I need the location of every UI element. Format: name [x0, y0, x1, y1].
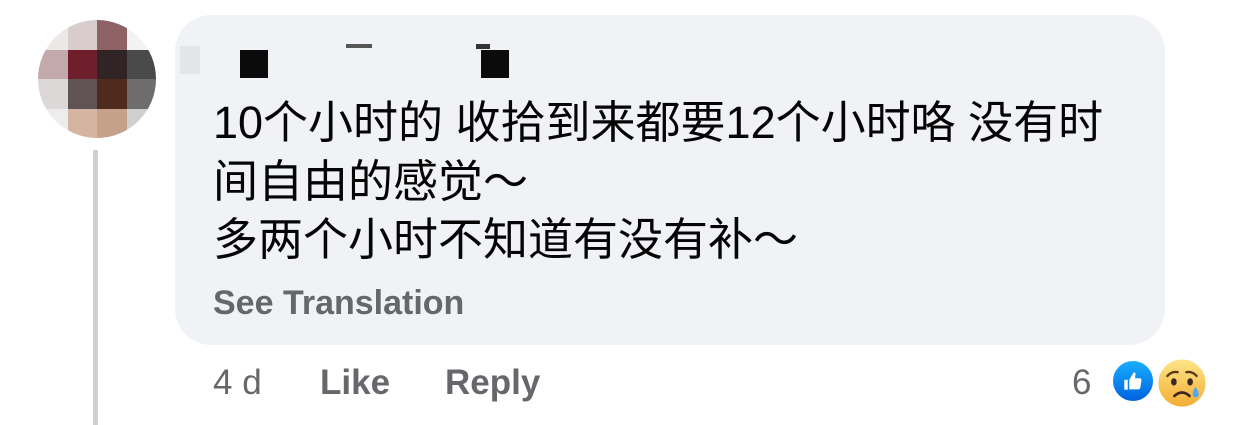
like-icon [1110, 358, 1156, 404]
avatar-pixel [38, 79, 68, 109]
avatar-pixel [126, 20, 156, 50]
like-button[interactable]: Like [320, 363, 390, 403]
avatar-pixel [126, 49, 156, 79]
avatar-pixel [38, 49, 68, 79]
avatar-pixel [97, 20, 127, 50]
avatar-pixel [126, 108, 156, 138]
reaction-count: 6 [1072, 363, 1092, 402]
avatar-pixel [67, 79, 97, 109]
reactions-summary[interactable]: 6 [1066, 355, 1216, 413]
avatar-pixel [38, 20, 68, 50]
redaction-mark [476, 44, 490, 49]
author-name-redacted[interactable] [178, 40, 518, 82]
reply-button[interactable]: Reply [445, 363, 540, 403]
thumbs-up-icon [1124, 372, 1142, 390]
comment-text-line: 多两个小时不知道有没有补～ [213, 214, 799, 265]
reply-thread-line [93, 150, 98, 425]
comment-timestamp[interactable]: 4 d [213, 363, 262, 403]
avatar-pixel [38, 108, 68, 138]
avatar-pixel [67, 20, 97, 50]
avatar-pixel [67, 108, 97, 138]
sad-icon [1156, 357, 1208, 409]
sad-face-icon [1156, 357, 1208, 409]
see-translation-link[interactable]: See Translation [213, 283, 464, 323]
avatar-pixel [97, 79, 127, 109]
redaction-mark [346, 44, 372, 48]
avatar-pixel [97, 108, 127, 138]
avatar-pixel [67, 49, 97, 79]
comment-text-line: 10个小时的 收拾到来都要12个小时咯 没有时 [213, 97, 1104, 148]
redaction-mark [180, 46, 200, 74]
redaction-block [481, 50, 509, 78]
avatar-pixel [97, 49, 127, 79]
comment-text-line: 间自由的感觉～ [213, 156, 529, 207]
avatar-pixel [126, 79, 156, 109]
redaction-block [240, 50, 268, 78]
avatar[interactable] [38, 20, 156, 138]
